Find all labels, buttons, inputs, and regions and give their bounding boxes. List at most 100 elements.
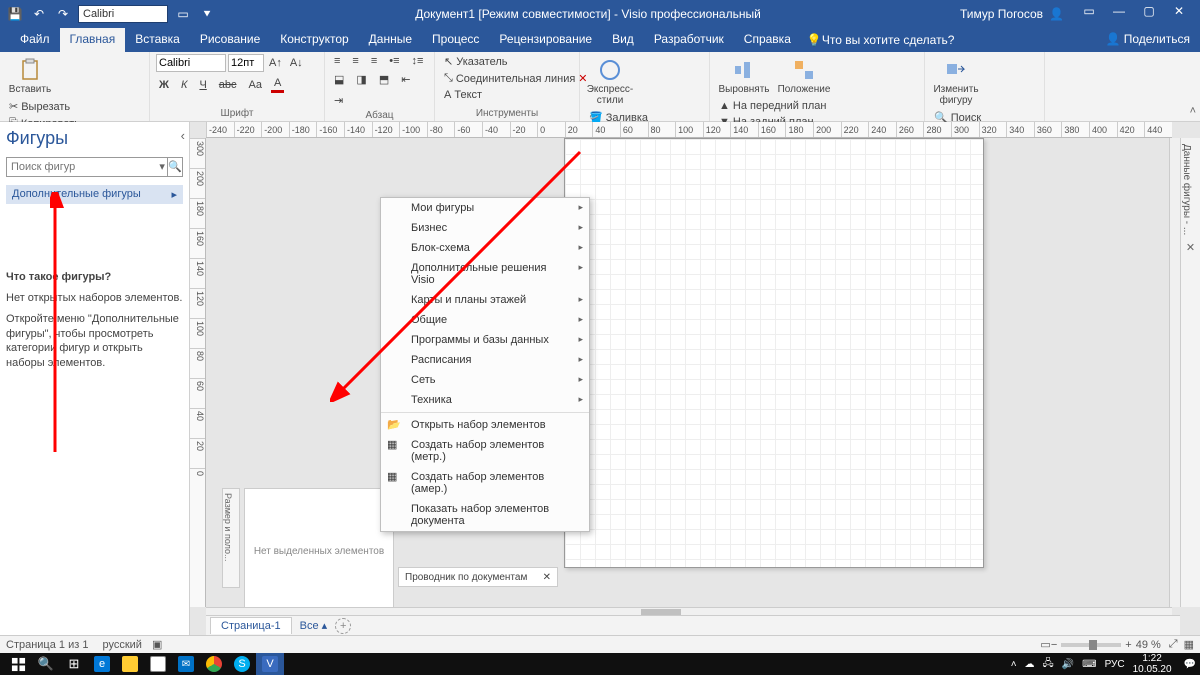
align-left-button[interactable]: ≡	[331, 54, 343, 68]
pointer-tool-button[interactable]: ↖ Указатель	[441, 54, 573, 69]
collapse-ribbon-button[interactable]: ˄	[1190, 105, 1196, 117]
valign-bot-button[interactable]: ⬒	[376, 72, 392, 87]
font-shrink-button[interactable]: A↓	[287, 56, 306, 70]
line-spacing-button[interactable]: ↕≡	[409, 54, 427, 68]
zoom-control[interactable]: − + 49 %	[1051, 639, 1161, 651]
close-icon[interactable]: ✕	[1181, 241, 1200, 254]
maximize-button[interactable]: ▢	[1134, 4, 1164, 24]
share-button[interactable]: 👤 Поделиться	[1095, 28, 1200, 52]
express-styles-button[interactable]: Экспресс-стили	[586, 54, 634, 106]
page-tab[interactable]: Страница-1	[210, 617, 292, 634]
tab-developer[interactable]: Разработчик	[644, 28, 734, 52]
tab-view[interactable]: Вид	[602, 28, 644, 52]
shapes-search-input[interactable]	[7, 158, 157, 176]
vertical-scrollbar[interactable]	[1169, 138, 1180, 607]
font-family-select[interactable]	[156, 54, 226, 72]
taskbar-app-visio[interactable]: V	[256, 653, 284, 675]
search-dropdown-icon[interactable]: ▾	[157, 158, 167, 176]
qat-font-box[interactable]	[78, 5, 168, 23]
undo-icon[interactable]: ↶	[30, 5, 48, 23]
tab-help[interactable]: Справка	[734, 28, 801, 52]
tab-data[interactable]: Данные	[359, 28, 422, 52]
strike-button[interactable]: abc	[216, 78, 240, 92]
fit-window-icon[interactable]: ⤢	[1169, 638, 1178, 651]
taskbar-app-explorer[interactable]	[116, 653, 144, 675]
tab-file[interactable]: Файл	[10, 28, 60, 52]
redo-icon[interactable]: ↷	[54, 5, 72, 23]
tab-review[interactable]: Рецензирование	[489, 28, 602, 52]
bold-button[interactable]: Ж	[156, 78, 172, 92]
network-icon[interactable]: 🖧	[1043, 656, 1054, 673]
minimize-button[interactable]: —	[1104, 4, 1134, 24]
add-page-button[interactable]: +	[335, 618, 351, 634]
shapes-search[interactable]: ▾ 🔍	[6, 157, 183, 177]
tray-expand-icon[interactable]: ˄	[1011, 659, 1017, 670]
text-tool-button[interactable]: A Текст	[441, 88, 573, 102]
menu-item-create_m[interactable]: Создать набор элементов (метр.)▦	[381, 435, 589, 467]
tab-home[interactable]: Главная	[60, 28, 126, 52]
cut-button[interactable]: ✂ Вырезать	[6, 99, 128, 114]
taskbar-app-edge[interactable]: e	[88, 653, 116, 675]
align-right-button[interactable]: ≡	[368, 54, 380, 68]
search-icon[interactable]: 🔍	[167, 158, 182, 176]
tab-design[interactable]: Конструктор	[270, 28, 358, 52]
ime-icon[interactable]: ⌨	[1082, 659, 1096, 670]
change-shape-button[interactable]: Изменить фигуру	[931, 54, 981, 106]
position-button[interactable]: Положение	[776, 54, 832, 95]
task-view-button[interactable]: ⊞	[60, 653, 88, 675]
taskbar-app-skype[interactable]: S	[228, 653, 256, 675]
indent-dec-button[interactable]: ⇤	[398, 72, 413, 87]
align-center-button[interactable]: ≡	[349, 54, 361, 68]
close-button[interactable]: ✕	[1164, 4, 1194, 24]
save-icon[interactable]: 💾	[6, 5, 24, 23]
underline-button[interactable]: Ч	[196, 78, 209, 92]
search-button[interactable]: 🔍	[32, 653, 60, 675]
size-position-pane[interactable]: Размер и поло...	[222, 488, 240, 588]
menu-item-open[interactable]: Открыть набор элементов📂	[381, 415, 589, 435]
all-pages-button[interactable]: Все ▴	[300, 619, 328, 632]
notifications-icon[interactable]: 💬	[1184, 659, 1196, 670]
clock[interactable]: 1:2210.05.20	[1133, 653, 1176, 675]
menu-item-create_a[interactable]: Создать набор элементов (амер.)▦	[381, 467, 589, 499]
close-icon[interactable]: ✕	[543, 572, 551, 583]
font-color-button[interactable]: A	[271, 76, 284, 93]
align-button[interactable]: Выровнять	[716, 54, 772, 95]
valign-top-button[interactable]: ⬓	[331, 72, 347, 87]
italic-button[interactable]: К	[178, 78, 190, 92]
shapes-pane-collapse-icon[interactable]: ‹	[181, 128, 185, 143]
zoom-out-icon[interactable]: −	[1051, 639, 1057, 651]
start-button[interactable]	[4, 653, 32, 675]
status-lang[interactable]: русский	[102, 639, 141, 651]
onedrive-icon[interactable]: ☁	[1025, 659, 1035, 670]
bullets-button[interactable]: •≡	[386, 54, 402, 68]
font-grow-button[interactable]: A↑	[266, 56, 285, 70]
document-explorer-box[interactable]: Проводник по документам✕	[398, 567, 558, 587]
tab-process[interactable]: Процесс	[422, 28, 489, 52]
taskbar-app-mail[interactable]: ✉	[172, 653, 200, 675]
paste-button[interactable]: Вставить	[6, 54, 54, 95]
ribbon-options-icon[interactable]: ▭	[1074, 4, 1104, 24]
tell-me-search[interactable]: 💡 Что вы хотите сделать?	[807, 28, 955, 52]
menu-item-show[interactable]: Показать набор элементов документа	[381, 499, 589, 531]
zoom-slider[interactable]	[1061, 643, 1121, 647]
user-info[interactable]: Тимур Погосов 👤	[960, 7, 1064, 21]
touch-mode-icon[interactable]: ▭	[174, 5, 192, 23]
font-size-select[interactable]	[228, 54, 264, 72]
system-tray[interactable]: ˄ ☁ 🖧 🔊 ⌨ РУС 1:2210.05.20 💬	[1011, 653, 1196, 675]
taskbar-app-chrome[interactable]	[200, 653, 228, 675]
volume-icon[interactable]: 🔊	[1062, 659, 1074, 670]
macro-record-icon[interactable]: ▣	[152, 638, 162, 651]
zoom-value[interactable]: 49 %	[1136, 639, 1161, 651]
bring-front-button[interactable]: ▲ На передний план	[716, 99, 829, 113]
tab-draw[interactable]: Рисование	[190, 28, 270, 52]
valign-mid-button[interactable]: ◨	[353, 72, 369, 87]
zoom-in-icon[interactable]: +	[1125, 639, 1131, 651]
shape-data-sidebar[interactable]: Данные фигуры - ... ✕	[1180, 138, 1200, 607]
input-lang[interactable]: РУС	[1105, 659, 1125, 670]
taskbar-app-store[interactable]	[144, 653, 172, 675]
tab-insert[interactable]: Вставка	[125, 28, 190, 52]
indent-inc-button[interactable]: ⇥	[331, 93, 346, 108]
connector-tool-button[interactable]: ⤡ Соединительная линия ✕	[441, 71, 573, 86]
case-button[interactable]: Aa	[246, 78, 265, 92]
qat-more-icon[interactable]: ⯆	[198, 5, 216, 23]
